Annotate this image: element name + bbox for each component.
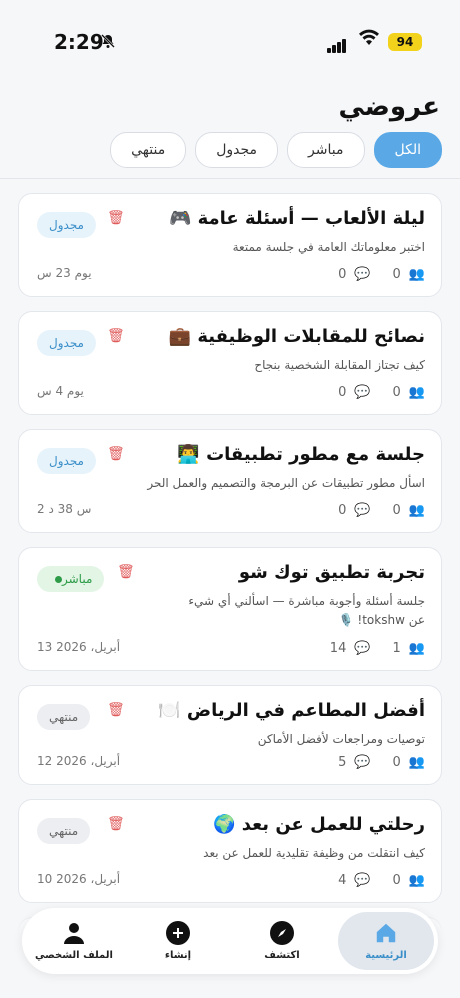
page-title: عروضي (338, 92, 440, 122)
questions-count: 4 (338, 873, 347, 888)
tab-ended[interactable]: منتهي (110, 132, 187, 168)
members-count: 0 (392, 873, 401, 888)
nav-create-label: إنشاء (164, 950, 192, 961)
wifi-icon (358, 29, 380, 51)
tab-live[interactable]: مباشر (287, 132, 365, 168)
members-count: 0 (392, 755, 401, 770)
questions-count: 0 (338, 503, 347, 518)
show-description: توصيات ومراجعات لأفضل الأماكن (257, 732, 425, 746)
cellular-signal-icon (327, 34, 347, 53)
nav-home[interactable]: الرئيسية (338, 912, 434, 970)
questions-count: 0 (338, 267, 347, 282)
status-badge: منتهي (37, 818, 91, 844)
person-icon (62, 921, 86, 945)
status-badge: مباشر (37, 566, 105, 592)
divider (0, 178, 460, 179)
show-title: ليلة الألعاب — أسئلة عامة 🎮 (168, 208, 425, 229)
show-card[interactable]: تجربة تطبيق توك شو جلسة أسئلة وأجوبة مبا… (18, 547, 442, 671)
questions-count: 0 (338, 385, 347, 400)
filter-tabs: الكل مباشر مجدول منتهي (110, 132, 442, 168)
tab-all[interactable]: الكل (373, 132, 442, 168)
status-badge: مجدول (37, 212, 96, 238)
show-card[interactable]: جلسة مع مطور تطبيقات 👨‍💻 اسأل مطور تطبيق… (18, 429, 442, 533)
nav-discover-label: اكتشف (264, 950, 300, 961)
trash-icon[interactable]: 🗑 (107, 328, 125, 344)
people-icon: 👥 (408, 385, 425, 400)
home-icon (374, 921, 398, 945)
status-badge: منتهي (37, 704, 91, 730)
show-date: يوم 23 س (37, 266, 92, 280)
show-stats: 👥 0 💬 4 (338, 873, 425, 888)
show-stats: 👥 0 💬 0 (338, 385, 425, 400)
show-stats: 👥 0 💬 0 (338, 267, 425, 282)
question-bubble-icon: 💬 (354, 755, 371, 770)
nav-home-label: الرئيسية (365, 950, 407, 961)
show-description: كيف تجتاز المقابلة الشخصية بنجاح (254, 358, 425, 372)
tab-scheduled[interactable]: مجدول (195, 132, 279, 168)
show-stats: 👥 0 💬 0 (338, 503, 425, 518)
show-title: جلسة مع مطور تطبيقات 👨‍💻 (177, 444, 425, 465)
compass-icon (270, 921, 294, 945)
members-count: 1 (392, 641, 401, 656)
clock: 2:29 (54, 30, 104, 54)
show-description: كيف انتقلت من وظيفة تقليدية للعمل عن بعد (203, 846, 425, 860)
show-stats: 👥 0 💬 5 (338, 755, 425, 770)
people-icon: 👥 (408, 755, 425, 770)
members-count: 0 (392, 267, 401, 282)
show-description: اختبر معلوماتك العامة في جلسة ممتعة (232, 240, 425, 254)
show-date: 2 س 38 د (37, 502, 92, 516)
trash-icon[interactable]: 🗑 (117, 564, 135, 580)
show-date: 10 أبريل، 2026 (37, 872, 121, 886)
trash-icon[interactable]: 🗑 (107, 702, 125, 718)
plus-icon (166, 921, 190, 945)
people-icon: 👥 (408, 267, 425, 282)
status-bar: 2:29 94 (0, 0, 460, 80)
question-bubble-icon: 💬 (354, 267, 371, 282)
nav-profile[interactable]: الملف الشخصي (26, 912, 122, 970)
show-title: نصائح للمقابلات الوظيفية 💼 (168, 326, 425, 347)
questions-count: 5 (338, 755, 347, 770)
show-card[interactable]: نصائح للمقابلات الوظيفية 💼 كيف تجتاز الم… (18, 311, 442, 415)
show-title: أفضل المطاعم في الرياض 🍽️ (158, 700, 425, 721)
nav-create[interactable]: إنشاء (130, 912, 226, 970)
show-description: اسأل مطور تطبيقات عن البرمجة والتصميم وا… (147, 476, 425, 490)
show-date: 13 أبريل، 2026 (37, 640, 121, 654)
show-card[interactable]: أفضل المطاعم في الرياض 🍽️ توصيات ومراجعا… (18, 685, 442, 785)
question-bubble-icon: 💬 (354, 385, 371, 400)
bottom-tab-bar: الرئيسية اكتشف إنشاء الملف الشخصي (22, 908, 438, 974)
nav-discover[interactable]: اكتشف (234, 912, 330, 970)
question-bubble-icon: 💬 (354, 873, 371, 888)
status-badge-label: مباشر (62, 572, 93, 586)
bell-muted-icon (100, 33, 116, 53)
trash-icon[interactable]: 🗑 (107, 210, 125, 226)
show-date: 12 أبريل، 2026 (37, 754, 121, 768)
questions-count: 14 (329, 641, 347, 656)
show-card[interactable]: ليلة الألعاب — أسئلة عامة 🎮 اختبر معلوما… (18, 193, 442, 297)
people-icon: 👥 (408, 641, 425, 656)
status-badge: مجدول (37, 330, 96, 356)
members-count: 0 (392, 503, 401, 518)
question-bubble-icon: 💬 (354, 641, 371, 656)
nav-profile-label: الملف الشخصي (35, 950, 113, 961)
question-bubble-icon: 💬 (354, 503, 371, 518)
show-card[interactable]: رحلتي للعمل عن بعد 🌍 كيف انتقلت من وظيفة… (18, 799, 442, 903)
show-title: رحلتي للعمل عن بعد 🌍 (213, 814, 425, 835)
status-badge: مجدول (37, 448, 96, 474)
live-dot-icon (55, 576, 62, 583)
show-description: جلسة أسئلة وأجوبة مباشرة — اسألني أي شيء… (188, 594, 425, 627)
trash-icon[interactable]: 🗑 (107, 816, 125, 832)
show-stats: 👥 1 💬 14 (330, 641, 425, 656)
people-icon: 👥 (408, 503, 425, 518)
members-count: 0 (392, 385, 401, 400)
show-title: تجربة تطبيق توك شو (238, 562, 425, 583)
show-date: يوم 4 س (37, 384, 84, 398)
shows-list: ليلة الألعاب — أسئلة عامة 🎮 اختبر معلوما… (18, 193, 442, 991)
battery-indicator: 94 (388, 33, 422, 51)
trash-icon[interactable]: 🗑 (107, 446, 125, 462)
people-icon: 👥 (408, 873, 425, 888)
